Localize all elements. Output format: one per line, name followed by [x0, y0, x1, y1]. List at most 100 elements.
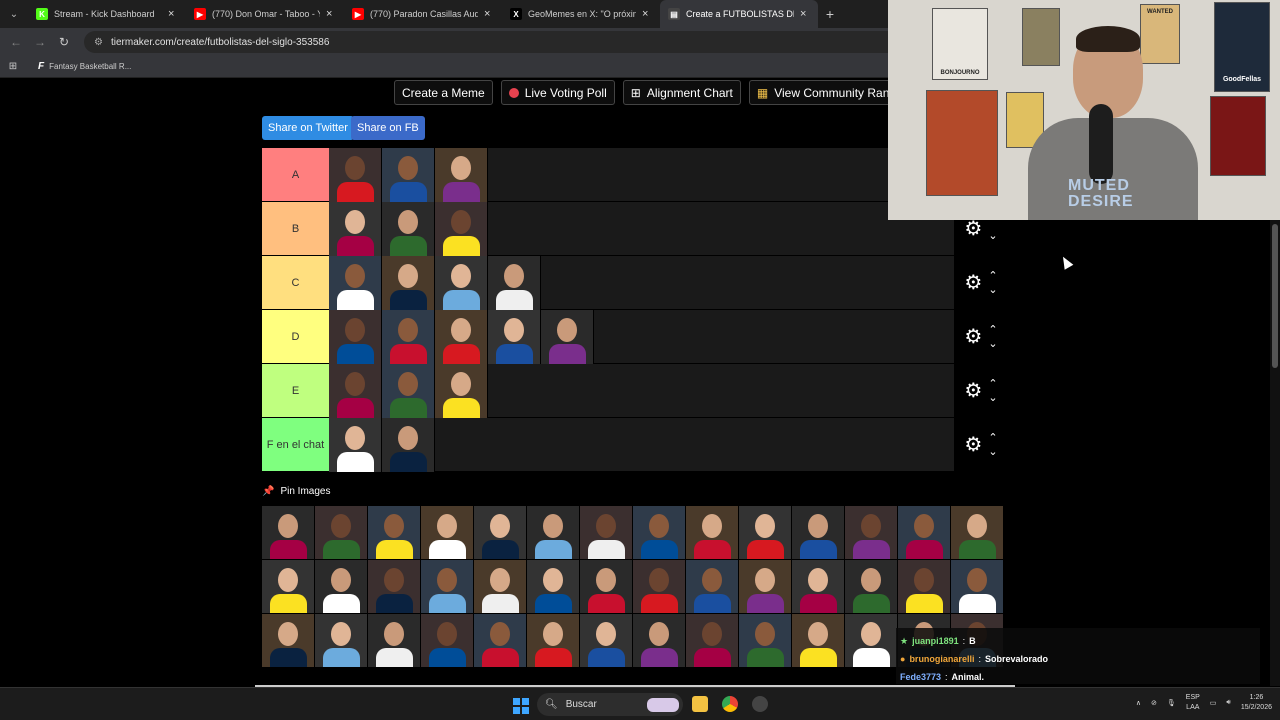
- live-voting-button[interactable]: Live Voting Poll: [500, 80, 615, 105]
- site-info-icon[interactable]: ⚙: [94, 37, 103, 48]
- player-image[interactable]: [421, 560, 474, 614]
- player-image[interactable]: [435, 256, 488, 310]
- player-image[interactable]: [541, 310, 594, 364]
- player-image[interactable]: [488, 310, 541, 364]
- browser-tab[interactable]: K Stream - Kick Dashboard ×: [28, 0, 186, 28]
- tier-label[interactable]: A: [262, 148, 329, 201]
- player-image[interactable]: [435, 364, 488, 418]
- tier-label[interactable]: B: [262, 202, 329, 255]
- file-explorer-icon[interactable]: [692, 696, 708, 712]
- player-image[interactable]: [898, 560, 951, 614]
- player-image[interactable]: [329, 364, 382, 418]
- close-icon[interactable]: ×: [326, 8, 336, 20]
- player-image[interactable]: [792, 560, 845, 614]
- player-image[interactable]: [329, 148, 382, 202]
- obs-icon[interactable]: [752, 696, 768, 712]
- browser-tab[interactable]: ▤ Create a FUTBOLISTAS DEL SIGL ×: [660, 0, 818, 28]
- player-image[interactable]: [382, 310, 435, 364]
- player-image[interactable]: [580, 614, 633, 668]
- player-image[interactable]: [527, 560, 580, 614]
- player-image[interactable]: [580, 506, 633, 560]
- chrome-icon[interactable]: [722, 696, 738, 712]
- move-down-icon[interactable]: ⌄: [988, 229, 997, 243]
- player-image[interactable]: [382, 148, 435, 202]
- player-image[interactable]: [368, 506, 421, 560]
- player-image[interactable]: [262, 560, 315, 614]
- player-image[interactable]: [739, 506, 792, 560]
- player-image[interactable]: [792, 614, 845, 668]
- move-down-icon[interactable]: ⌄: [988, 283, 997, 297]
- player-image[interactable]: [739, 614, 792, 668]
- clock[interactable]: 1:26 15/2/2026: [1241, 693, 1272, 713]
- player-image[interactable]: [845, 614, 898, 668]
- player-image[interactable]: [368, 560, 421, 614]
- player-image[interactable]: [382, 202, 435, 256]
- player-image[interactable]: [633, 506, 686, 560]
- move-down-icon[interactable]: ⌄: [988, 445, 997, 459]
- share-facebook-button[interactable]: Share on FB: [351, 116, 425, 140]
- taskbar-search[interactable]: 🔍︎ Buscar: [537, 693, 683, 716]
- player-image[interactable]: [474, 614, 527, 668]
- player-image[interactable]: [474, 560, 527, 614]
- create-meme-button[interactable]: Create a Meme: [394, 80, 493, 105]
- player-image[interactable]: [488, 256, 541, 310]
- tier-label[interactable]: E: [262, 364, 329, 417]
- player-image[interactable]: [435, 148, 488, 202]
- back-button[interactable]: ←: [4, 35, 28, 49]
- player-image[interactable]: [686, 506, 739, 560]
- browser-tab[interactable]: ▶ (770) Don Omar - Taboo - YouT ×: [186, 0, 344, 28]
- new-tab-button[interactable]: +: [818, 6, 842, 22]
- forward-button[interactable]: →: [28, 35, 52, 49]
- player-image[interactable]: [951, 506, 1004, 560]
- player-image[interactable]: [368, 614, 421, 668]
- volume-icon[interactable]: 🔊︎: [1226, 699, 1230, 707]
- player-image[interactable]: [580, 560, 633, 614]
- community-rank-button[interactable]: ▦ View Community Rank: [748, 80, 904, 105]
- windows-start-icon[interactable]: [513, 698, 529, 714]
- player-image[interactable]: [262, 614, 315, 668]
- tier-label[interactable]: F en el chat: [262, 418, 329, 471]
- bookmark-fantasy-basketball[interactable]: F Fantasy Basketball R...: [38, 61, 131, 72]
- player-image[interactable]: [382, 418, 435, 472]
- move-down-icon[interactable]: ⌄: [988, 391, 997, 405]
- close-icon[interactable]: ×: [484, 8, 494, 20]
- player-image[interactable]: [474, 506, 527, 560]
- player-image[interactable]: [845, 560, 898, 614]
- gear-icon[interactable]: ⚙: [964, 324, 982, 349]
- player-image[interactable]: [329, 202, 382, 256]
- scrollbar-thumb[interactable]: [1272, 224, 1278, 368]
- player-image[interactable]: [845, 506, 898, 560]
- apps-grid-icon[interactable]: ⊞: [0, 61, 26, 72]
- gear-icon[interactable]: ⚙: [964, 378, 982, 403]
- move-up-icon[interactable]: ⌃: [988, 269, 997, 283]
- player-image[interactable]: [329, 310, 382, 364]
- gear-icon[interactable]: ⚙: [964, 270, 982, 295]
- player-image[interactable]: [262, 506, 315, 560]
- move-up-icon[interactable]: ⌃: [988, 323, 997, 337]
- tier-label[interactable]: C: [262, 256, 329, 309]
- alignment-chart-button[interactable]: ⊞ Alignment Chart: [622, 80, 741, 105]
- player-image[interactable]: [739, 560, 792, 614]
- browser-tab[interactable]: X GeoMemes en X: "O próximo s ×: [502, 0, 660, 28]
- player-image[interactable]: [633, 614, 686, 668]
- player-image[interactable]: [382, 256, 435, 310]
- move-down-icon[interactable]: ⌄: [988, 337, 997, 351]
- player-image[interactable]: [435, 202, 488, 256]
- player-image[interactable]: [421, 506, 474, 560]
- player-image[interactable]: [686, 614, 739, 668]
- player-image[interactable]: [382, 364, 435, 418]
- player-image[interactable]: [951, 560, 1004, 614]
- player-image[interactable]: [315, 506, 368, 560]
- player-image[interactable]: [527, 506, 580, 560]
- player-image[interactable]: [633, 560, 686, 614]
- move-up-icon[interactable]: ⌃: [988, 431, 997, 445]
- close-icon[interactable]: ×: [800, 8, 810, 20]
- share-twitter-button[interactable]: Share on Twitter: [262, 116, 354, 140]
- player-image[interactable]: [329, 256, 382, 310]
- player-image[interactable]: [315, 560, 368, 614]
- browser-tab[interactable]: ▶ (770) Paradon Casillas Audio C ×: [344, 0, 502, 28]
- network-off-icon[interactable]: ⊘: [1151, 699, 1157, 707]
- player-image[interactable]: [421, 614, 474, 668]
- player-image[interactable]: [898, 506, 951, 560]
- language-indicator[interactable]: ESP LAA: [1186, 693, 1200, 713]
